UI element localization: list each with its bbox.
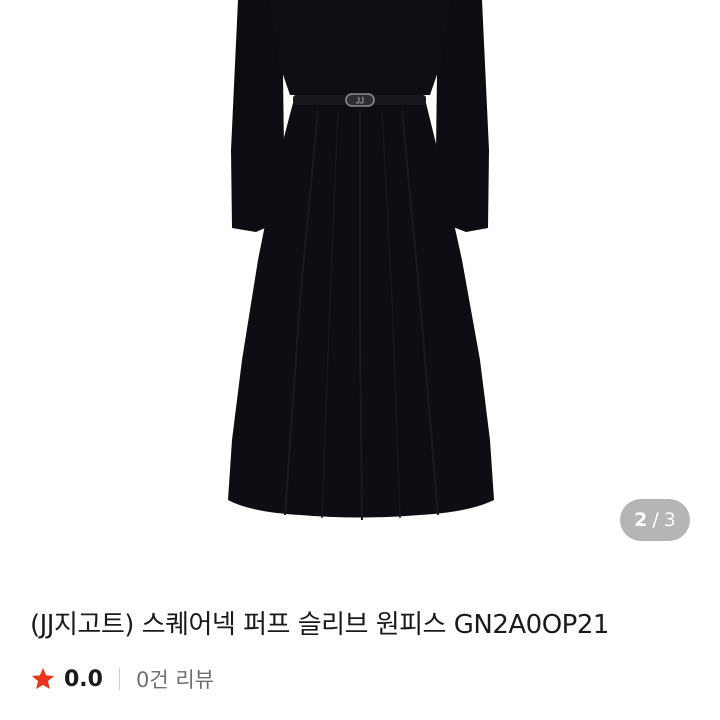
pager-total: 3 xyxy=(663,509,676,531)
review-count-link[interactable]: 0건 리뷰 xyxy=(136,664,214,694)
rating-row[interactable]: 0.0 0건 리뷰 xyxy=(30,664,214,694)
pager-separator: / xyxy=(652,509,659,531)
divider xyxy=(118,668,120,690)
product-photo: JJ xyxy=(228,0,494,521)
belt-logo: JJ xyxy=(356,97,364,106)
pager-current: 2 xyxy=(634,509,648,531)
product-image-gallery[interactable]: JJ 2 / 3 xyxy=(0,0,720,565)
star-icon xyxy=(31,667,55,689)
image-pager: 2 / 3 xyxy=(620,499,690,541)
product-title: (JJ지고트) 스퀘어넥 퍼프 슬리브 원피스 GN2A0OP21 xyxy=(30,610,609,640)
rating-score: 0.0 xyxy=(64,666,103,692)
